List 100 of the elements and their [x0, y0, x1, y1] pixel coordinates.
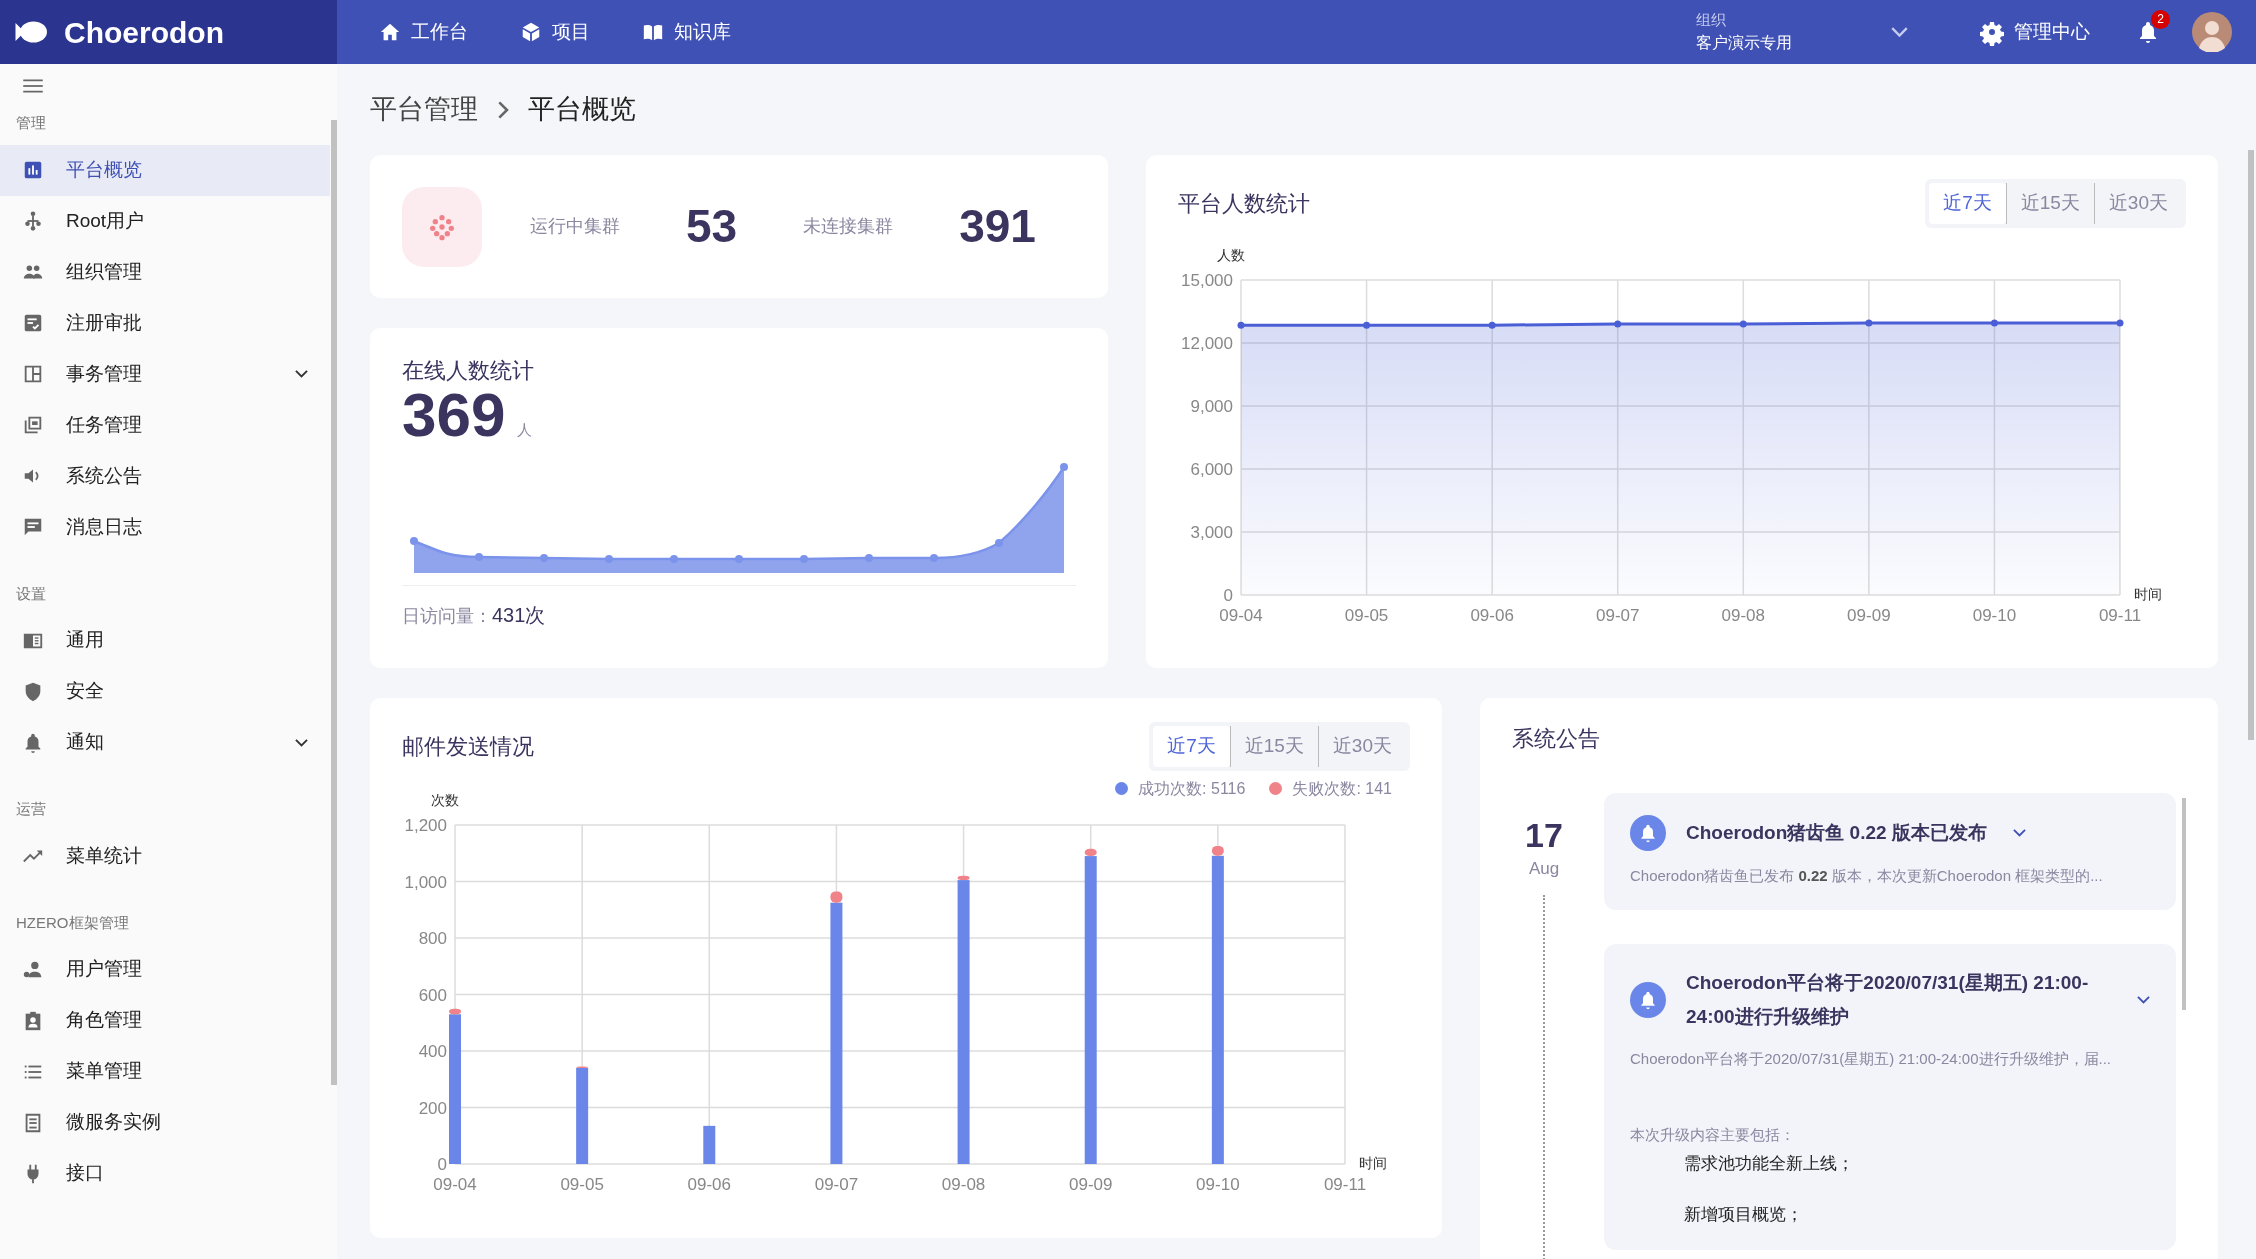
sidebar-item[interactable]: 通用 [0, 615, 330, 666]
data-point [930, 554, 938, 563]
stat-value: 391 [959, 199, 1036, 254]
axis-tick-label: 1,200 [404, 815, 447, 835]
data-point [1488, 321, 1496, 329]
section-title: 运营 [15, 799, 47, 819]
data-point [605, 555, 613, 564]
item-label: 任务管理 [66, 412, 143, 437]
section-title: HZERO框架管理 [15, 912, 130, 933]
avatar[interactable] [2192, 12, 2232, 52]
nav-link-item[interactable]: 工作台 [353, 17, 494, 47]
axis-tick-label: 1,000 [404, 872, 447, 891]
axis-tick-label: 09-05 [1344, 605, 1389, 625]
axis-tick-label: 9,000 [1190, 396, 1233, 416]
breadcrumb-item[interactable]: 平台管理 [370, 89, 478, 130]
axis-title: 次数 [431, 791, 459, 808]
axis-tick-label: 09-07 [814, 1174, 859, 1194]
axis-tick-label: 15,000 [1181, 270, 1233, 290]
data-point [735, 555, 743, 564]
axis-tick-label: 09-06 [687, 1174, 732, 1194]
app-logo-text: Choerodon [64, 14, 224, 51]
hierarchy-icon [22, 210, 44, 232]
sidebar-item[interactable]: 菜单统计 [0, 830, 330, 882]
date-month: Aug [1528, 857, 1560, 880]
nav-link-item[interactable]: 项目 [494, 17, 616, 47]
sidebar-item[interactable]: 微服务实例 [0, 1097, 330, 1148]
sidebar-item[interactable]: 组织管理 [0, 246, 330, 298]
data-point [995, 539, 1003, 548]
settings-icon [1980, 20, 2004, 44]
notice-point: 新增项目概览； [1683, 1204, 1804, 1226]
item-label: 平台概览 [66, 157, 143, 182]
sidebar-item[interactable]: 接口 [0, 1148, 330, 1199]
chevron-down-icon[interactable] [2137, 995, 2150, 1004]
axis-title: 人数 [1217, 246, 1245, 263]
data-point [1990, 319, 1998, 327]
axis-tick-label: 09-04 [1219, 605, 1263, 625]
sidebar-item[interactable]: 事务管理 [0, 348, 330, 400]
data-point [1237, 321, 1245, 329]
data-point [1363, 321, 1371, 329]
bell-badge [1630, 815, 1666, 851]
date-day: 17 [1525, 815, 1563, 856]
axis-tick-label: 09-07 [1595, 605, 1640, 625]
chevron-down-icon[interactable] [2012, 829, 2026, 837]
axis-tick-label: 400 [418, 1041, 447, 1061]
visits-label: 日访问量： [402, 605, 492, 629]
sidebar-item[interactable]: 菜单管理 [0, 1046, 330, 1097]
section-title: 设置 [15, 583, 47, 604]
axis-tick-label: 200 [418, 1098, 447, 1117]
sidebar-item[interactable]: 系统公告 [0, 450, 330, 502]
axis-title: 时间 [2134, 585, 2162, 602]
org-label: 组织 [1696, 9, 1727, 30]
data-point [1739, 320, 1747, 328]
sidebar-item[interactable]: 安全 [0, 666, 330, 717]
sidebar-item[interactable]: 平台概览 [0, 144, 330, 196]
grid-icon [22, 363, 44, 385]
notice-summary: Choerodon平台将于2020/07/31(星期五) 21:00-24:00进行升级维护，届... [1630, 1048, 2113, 1069]
nav-link-item[interactable]: 知识库 [616, 17, 757, 47]
sidebar-item[interactable]: 消息日志 [0, 501, 330, 553]
sidebar-item[interactable]: 注册审批 [0, 297, 330, 349]
home-icon [379, 21, 401, 43]
visits-value: 431次 [492, 603, 546, 629]
axis-tick-label: 09-11 [1323, 1174, 1367, 1194]
data-point [475, 553, 483, 562]
axis-tick-label: 12,000 [1181, 333, 1233, 353]
notification-badge: 2 [2151, 9, 2170, 29]
legend-label: 失败次数: 141 [1292, 778, 1392, 799]
stat-value: 53 [686, 199, 738, 254]
org-selector[interactable]: 组织 客户演示专用 [1668, 0, 1938, 64]
cube-icon [520, 21, 542, 43]
admin-center-link[interactable]: 管理中心 [1938, 0, 2120, 64]
axis-tick-label: 09-11 [2098, 605, 2142, 625]
item-label: 事务管理 [66, 361, 143, 386]
unit-label: 人 [517, 419, 533, 440]
data-point [1614, 320, 1622, 328]
item-label: 角色管理 [66, 1008, 143, 1033]
range-tab[interactable]: 近7天 [1929, 183, 2006, 224]
item-label: 接口 [66, 1161, 105, 1186]
sidebar-item[interactable]: 角色管理 [0, 995, 330, 1046]
item-label: 注册审批 [66, 310, 143, 335]
axis-tick-label: 09-04 [433, 1174, 477, 1194]
data-point [1865, 319, 1873, 327]
bar-chart-icon [22, 159, 44, 181]
item-label: Root用户 [66, 208, 146, 233]
chevron-down-icon [1891, 27, 1908, 37]
axis-tick-label: 0 [1223, 585, 1233, 605]
sidebar-item[interactable]: Root用户 [0, 195, 330, 247]
item-label: 微服务实例 [66, 1110, 162, 1135]
sidebar-item[interactable]: 任务管理 [0, 399, 330, 451]
range-tab[interactable]: 近7天 [1153, 726, 1230, 767]
stat-label: 未连接集群 [803, 215, 894, 238]
item-label: 菜单管理 [66, 1059, 143, 1084]
axis-tick-label: 09-10 [1196, 1174, 1240, 1194]
item-label: 用户管理 [66, 957, 143, 982]
axis-tick-label: 3,000 [1190, 522, 1233, 542]
legend-label: 成功次数: 5116 [1138, 778, 1246, 799]
axis-tick-label: 09-09 [1847, 605, 1891, 625]
data-point [670, 555, 678, 564]
axis-tick-label: 09-09 [1068, 1174, 1113, 1194]
sidebar-item[interactable]: 用户管理 [0, 944, 330, 995]
sidebar-item[interactable]: 通知 [0, 717, 330, 768]
